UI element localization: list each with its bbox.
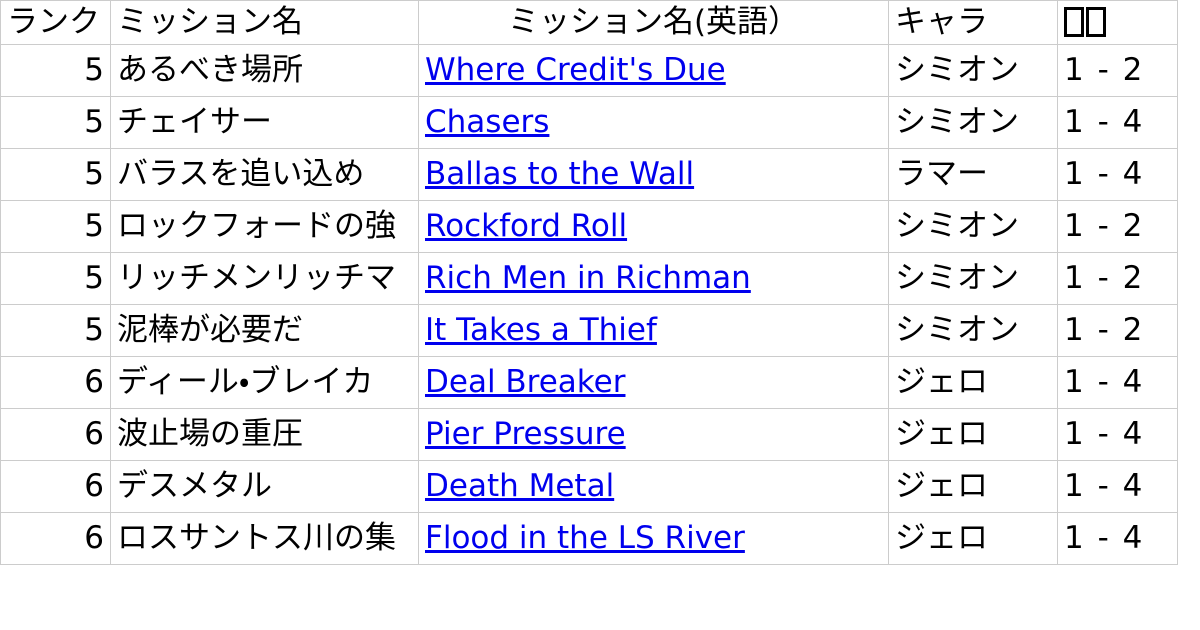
cell-players: 1 - 4 xyxy=(1057,356,1178,409)
cell-players: 1 - 4 xyxy=(1057,512,1178,565)
cell-character: シミオン xyxy=(888,44,1058,97)
table-row: 5 チェイサー Chasers シミオン 1 - 4 xyxy=(0,96,1178,149)
cell-mission-name-jp: ロックフォードの強 xyxy=(110,200,419,253)
cell-character: シミオン xyxy=(888,304,1058,357)
cell-character: シミオン xyxy=(888,252,1058,305)
mission-link[interactable]: Pier Pressure xyxy=(425,416,626,452)
cell-mission-name-en: Flood in the LS River xyxy=(418,512,889,565)
cell-mission-name-en: Ballas to the Wall xyxy=(418,148,889,201)
mission-link[interactable]: Deal Breaker xyxy=(425,364,625,400)
cell-rank: 6 xyxy=(0,408,111,461)
cell-character: ジェロ xyxy=(888,408,1058,461)
cell-mission-name-en: Pier Pressure xyxy=(418,408,889,461)
cell-players: 1 - 2 xyxy=(1057,44,1178,97)
table-header: ランク ミッション名 ミッション名(英語） キャラ xyxy=(0,0,1178,45)
column-header-players xyxy=(1057,0,1178,45)
cell-mission-name-jp: 波止場の重圧 xyxy=(110,408,419,461)
mission-link[interactable]: Chasers xyxy=(425,104,549,140)
table-row: 6 デスメタル Death Metal ジェロ 1 - 4 xyxy=(0,460,1178,513)
cell-players: 1 - 4 xyxy=(1057,148,1178,201)
cell-mission-name-jp: あるべき場所 xyxy=(110,44,419,97)
cell-mission-name-en: Where Credit's Due xyxy=(418,44,889,97)
cell-mission-name-en: Death Metal xyxy=(418,460,889,513)
cell-players: 1 - 2 xyxy=(1057,252,1178,305)
cell-mission-name-en: Deal Breaker xyxy=(418,356,889,409)
missing-glyph-box-icon xyxy=(1064,7,1084,38)
cell-mission-name-jp: ディール・ブレイカ xyxy=(110,356,419,409)
cell-rank: 6 xyxy=(0,512,111,565)
cell-mission-name-en: Rich Men in Richman xyxy=(418,252,889,305)
cell-character: シミオン xyxy=(888,200,1058,253)
table-row: 6 ロスサントス川の集 Flood in the LS River ジェロ 1 - 4 xyxy=(0,512,1178,565)
table-row: 5 ロックフォードの強 Rockford Roll シミオン 1 - 2 xyxy=(0,200,1178,253)
header-row: ランク ミッション名 ミッション名(英語） キャラ xyxy=(0,0,1178,45)
cell-rank: 5 xyxy=(0,148,111,201)
column-header-mission-en: ミッション名(英語） xyxy=(418,0,889,45)
column-header-mission-jp: ミッション名 xyxy=(110,0,419,45)
table-row: 5 あるべき場所 Where Credit's Due シミオン 1 - 2 xyxy=(0,44,1178,97)
mission-link[interactable]: Where Credit's Due xyxy=(425,52,726,88)
mission-link[interactable]: Flood in the LS River xyxy=(425,520,745,556)
mission-table: ランク ミッション名 ミッション名(英語） キャラ 5 あるべき場所 Where C… xyxy=(0,0,1178,565)
mission-link[interactable]: Rich Men in Richman xyxy=(425,260,751,296)
cell-rank: 6 xyxy=(0,356,111,409)
cell-rank: 5 xyxy=(0,44,111,97)
table-row: 5 泥棒が必要だ It Takes a Thief シミオン 1 - 2 xyxy=(0,304,1178,357)
cell-mission-name-jp: デスメタル xyxy=(110,460,419,513)
mission-link[interactable]: Death Metal xyxy=(425,468,614,504)
cell-players: 1 - 4 xyxy=(1057,460,1178,513)
cell-players: 1 - 2 xyxy=(1057,200,1178,253)
cell-mission-name-en: Rockford Roll xyxy=(418,200,889,253)
cell-rank: 5 xyxy=(0,96,111,149)
cell-rank: 5 xyxy=(0,200,111,253)
mission-link[interactable]: Rockford Roll xyxy=(425,208,627,244)
cell-players: 1 - 2 xyxy=(1057,304,1178,357)
column-header-rank: ランク xyxy=(0,0,111,45)
cell-mission-name-jp: チェイサー xyxy=(110,96,419,149)
column-header-character: キャラ xyxy=(888,0,1058,45)
cell-mission-name-jp: 泥棒が必要だ xyxy=(110,304,419,357)
mission-link[interactable]: It Takes a Thief xyxy=(425,312,657,348)
cell-mission-name-jp: バラスを追い込め xyxy=(110,148,419,201)
cell-rank: 5 xyxy=(0,252,111,305)
table-body: 5 あるべき場所 Where Credit's Due シミオン 1 - 2 5 チェイサー… xyxy=(0,44,1178,565)
table-row: 5 バラスを追い込め Ballas to the Wall ラマー 1 - 4 xyxy=(0,148,1178,201)
cell-mission-name-jp: リッチメンリッチマ xyxy=(110,252,419,305)
cell-rank: 6 xyxy=(0,460,111,513)
cell-character: ジェロ xyxy=(888,460,1058,513)
missing-glyph-box-icon xyxy=(1086,7,1106,38)
table-row: 6 ディール・ブレイカ Deal Breaker ジェロ 1 - 4 xyxy=(0,356,1178,409)
cell-mission-name-jp: ロスサントス川の集 xyxy=(110,512,419,565)
table-row: 5 リッチメンリッチマ Rich Men in Richman シミオン 1 - 2 xyxy=(0,252,1178,305)
table-row: 6 波止場の重圧 Pier Pressure ジェロ 1 - 4 xyxy=(0,408,1178,461)
cell-character: ラマー xyxy=(888,148,1058,201)
cell-mission-name-en: It Takes a Thief xyxy=(418,304,889,357)
cell-character: シミオン xyxy=(888,96,1058,149)
cell-mission-name-en: Chasers xyxy=(418,96,889,149)
mission-link[interactable]: Ballas to the Wall xyxy=(425,156,694,192)
cell-players: 1 - 4 xyxy=(1057,96,1178,149)
cell-character: ジェロ xyxy=(888,512,1058,565)
cell-character: ジェロ xyxy=(888,356,1058,409)
cell-rank: 5 xyxy=(0,304,111,357)
cell-players: 1 - 4 xyxy=(1057,408,1178,461)
